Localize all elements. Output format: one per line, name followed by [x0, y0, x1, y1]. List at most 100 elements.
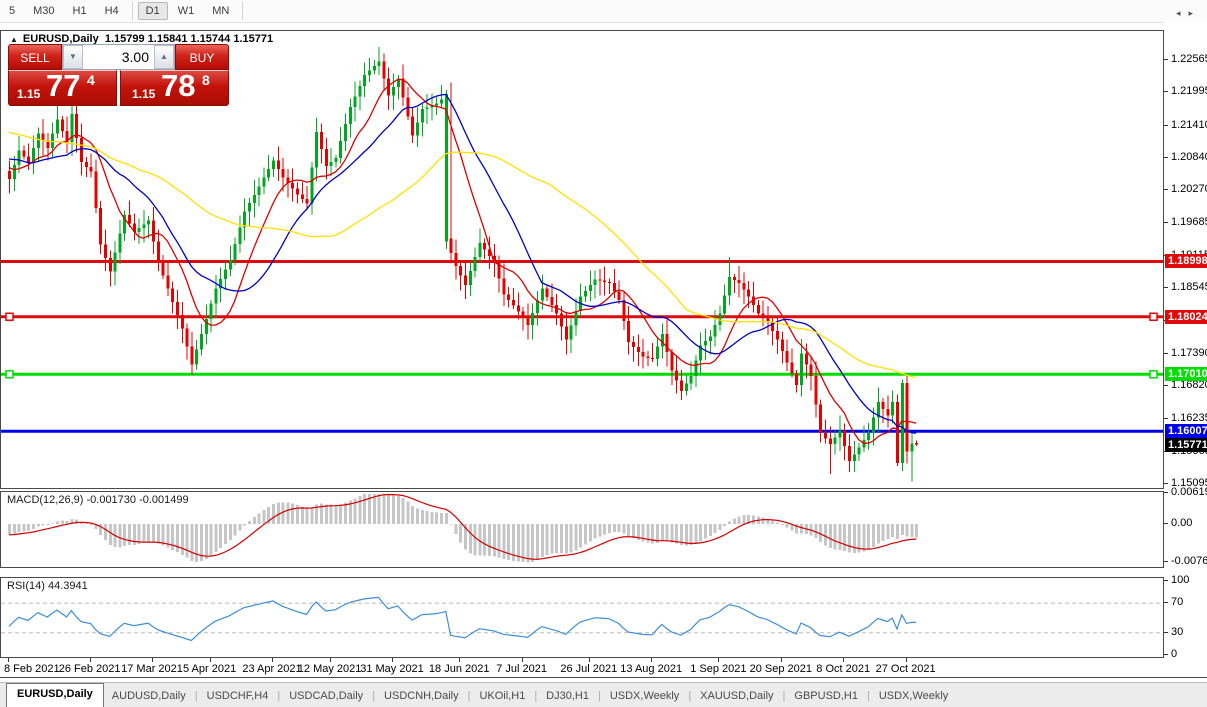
buy-price-big: 78: [161, 68, 195, 104]
candle: [339, 141, 342, 158]
candle: [805, 353, 808, 364]
price-line-label-1.18998: 1.18998: [1165, 254, 1207, 268]
candle: [138, 228, 141, 232]
price-axis[interactable]: 1.225651.219951.214101.208401.202701.196…: [1164, 22, 1207, 677]
candle: [411, 116, 414, 135]
candle: [157, 241, 160, 262]
timeframe-button-mn[interactable]: MN: [204, 2, 237, 20]
volume-stepper: ▼ ▲: [62, 44, 175, 70]
candle: [363, 75, 366, 86]
buy-price-sup: 8: [202, 72, 210, 88]
tab-usdx-weekly[interactable]: USDX,Weekly: [871, 686, 956, 706]
candle: [632, 342, 635, 347]
candle: [478, 243, 481, 257]
sell-price-base: 1.15: [17, 87, 40, 101]
tab-eurusd-daily[interactable]: EURUSD,Daily: [6, 683, 104, 707]
macd-indicator-panel[interactable]: MACD(12,26,9) -0.001730 -0.001499: [0, 491, 1164, 568]
timeframe-button-h4[interactable]: H4: [97, 2, 127, 20]
date-tick-label: 8 Oct 2021: [816, 663, 870, 675]
candle: [594, 280, 597, 286]
timeframe-button-h1[interactable]: H1: [65, 2, 95, 20]
volume-input[interactable]: [83, 45, 154, 69]
candle: [80, 138, 83, 162]
line-handle[interactable]: [1150, 313, 1157, 320]
candle: [8, 171, 11, 179]
tab-scroll-left-icon[interactable]: ◂: [1176, 8, 1189, 18]
axis-tick-label: 1.20840: [1171, 151, 1207, 163]
axis-tick-label: 70: [1171, 596, 1183, 608]
tab-audusd-daily[interactable]: AUDUSD,Daily: [104, 686, 194, 706]
candle: [349, 107, 352, 124]
line-handle[interactable]: [1150, 371, 1157, 378]
tab-usdcad-daily[interactable]: USDCAD,Daily: [281, 686, 371, 706]
candle: [704, 341, 707, 346]
axis-tick-mark: [1164, 492, 1168, 493]
axis-tick-mark: [1164, 353, 1168, 354]
candle: [795, 374, 798, 385]
date-tick-label: 13 Aug 2021: [620, 663, 682, 675]
rsi-indicator-panel[interactable]: RSI(14) 44.3941: [0, 577, 1164, 658]
tab-dj30-h1[interactable]: DJ30,H1: [538, 686, 597, 706]
terminal-window: 5M30H1H4D1W1MN ▲EURUSD,Daily 1.15799 1.1…: [0, 0, 1207, 707]
candle: [56, 119, 59, 133]
timeframe-button-d1[interactable]: D1: [138, 2, 168, 20]
axis-tick-mark: [1164, 189, 1168, 190]
volume-decrease-button[interactable]: ▼: [63, 45, 83, 69]
tab-usdcnh-daily[interactable]: USDCNH,Daily: [376, 686, 467, 706]
macd-label: MACD(12,26,9) -0.001730 -0.001499: [7, 494, 189, 506]
timeframe-button-m30[interactable]: M30: [25, 2, 62, 20]
candle: [262, 178, 265, 187]
tab-gbpusd-h1[interactable]: GBPUSD,H1: [786, 686, 866, 706]
timeframe-button-5[interactable]: 5: [1, 2, 23, 20]
candle: [248, 203, 251, 211]
sell-price-button[interactable]: 1.15 77 4: [8, 70, 117, 106]
tab-xauusd-daily[interactable]: XAUUSD,Daily: [692, 686, 781, 706]
rsi-canvas: [1, 578, 1163, 657]
candle: [709, 336, 712, 341]
candle: [646, 357, 649, 358]
axis-tick-label: 1.19685: [1171, 216, 1207, 228]
date-tick-mark: [392, 658, 393, 662]
axis-tick-mark: [1164, 561, 1168, 562]
price-line-label-1.16007: 1.16007: [1165, 424, 1207, 438]
candle: [90, 167, 93, 172]
buy-price-button[interactable]: 1.15 78 8: [120, 70, 229, 106]
date-tick-label: 31 May 2021: [360, 663, 424, 675]
candle: [13, 165, 16, 179]
candle: [786, 351, 789, 362]
candle: [210, 304, 213, 319]
candle: [27, 156, 30, 162]
candle: [896, 402, 899, 463]
buy-button[interactable]: BUY: [175, 44, 229, 70]
one-click-panel-arrow-icon[interactable]: ▲: [10, 35, 18, 44]
tab-usdx-weekly[interactable]: USDX,Weekly: [602, 686, 687, 706]
candle: [546, 289, 549, 297]
date-tick-mark: [330, 658, 331, 662]
timeframe-button-w1[interactable]: W1: [170, 2, 203, 20]
axis-tick-label: 1.21995: [1171, 85, 1207, 97]
candle: [790, 362, 793, 373]
candle: [85, 162, 88, 167]
candle: [536, 301, 539, 313]
candle: [301, 194, 304, 199]
tab-usdchf-h4[interactable]: USDCHF,H4: [199, 686, 277, 706]
line-handle[interactable]: [6, 313, 13, 320]
sell-button[interactable]: SELL: [8, 44, 62, 70]
candle: [565, 327, 568, 340]
date-tick-label: 26 Feb 2021: [59, 663, 121, 675]
candle: [843, 430, 846, 445]
candle: [176, 302, 179, 315]
date-tick-mark: [459, 658, 460, 662]
volume-increase-button[interactable]: ▲: [154, 45, 174, 69]
line-handle[interactable]: [6, 371, 13, 378]
candle: [118, 234, 121, 253]
tab-scroll-right-icon[interactable]: ▸: [1188, 8, 1201, 18]
candle: [61, 119, 64, 130]
candle: [306, 199, 309, 204]
date-tick-label: 12 May 2021: [298, 663, 362, 675]
date-axis[interactable]: 8 Feb 202126 Feb 202117 Mar 20215 Apr 20…: [0, 658, 1164, 677]
tab-ukoil-h1[interactable]: UKOil,H1: [471, 686, 533, 706]
candle: [670, 352, 673, 370]
date-tick-label: 20 Sep 2021: [750, 663, 812, 675]
candle: [181, 315, 184, 328]
